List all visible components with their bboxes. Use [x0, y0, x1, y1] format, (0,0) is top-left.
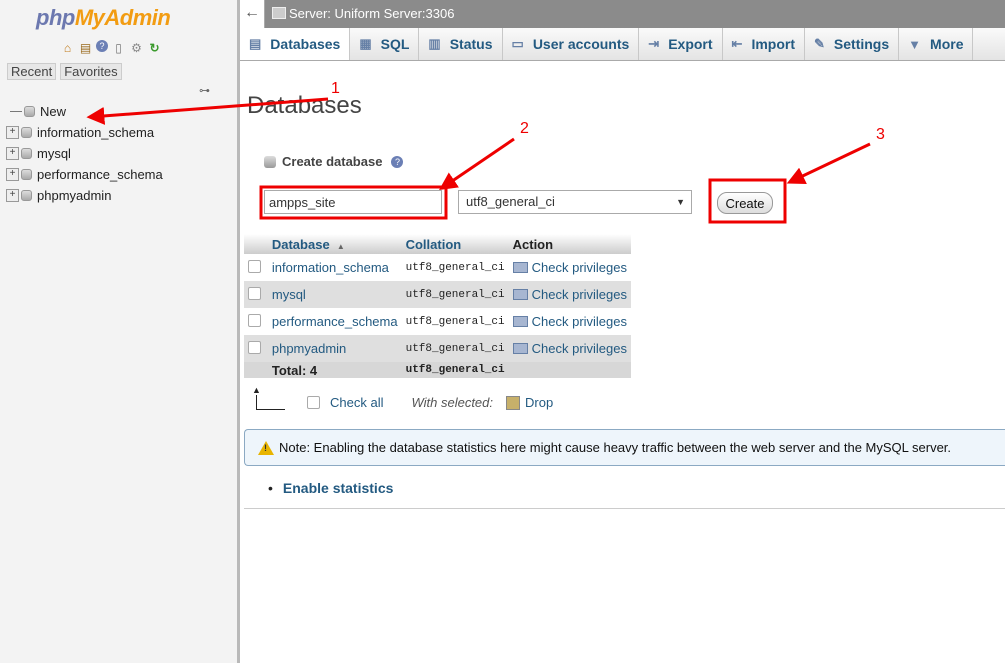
annotation-arrow-3: [786, 142, 871, 184]
annotation-box-3: [708, 178, 787, 224]
annotation-arrow-1: [86, 97, 329, 125]
annotation-number-1: 1: [331, 80, 340, 97]
annotation-number-2: 2: [520, 120, 529, 137]
annotation-box-2: [259, 185, 448, 220]
annotation-overlay: [86, 97, 871, 224]
annotation-arrow-2: [439, 137, 515, 191]
annotation-number-3: 3: [876, 126, 885, 143]
